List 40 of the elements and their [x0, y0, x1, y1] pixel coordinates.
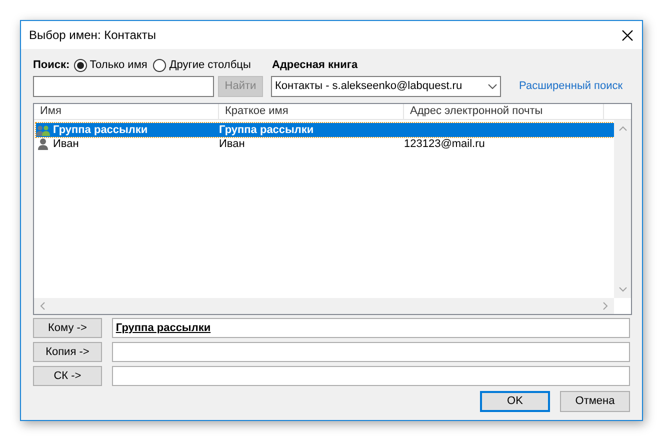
recipient-field[interactable]: [112, 342, 630, 362]
column-header[interactable]: Имя: [34, 104, 219, 119]
radio-label: Другие столбцы: [169, 58, 251, 73]
person-icon: [36, 138, 50, 150]
short-name: Группа рассылки: [219, 122, 315, 138]
scroll-right-icon: [603, 302, 608, 310]
address-book-label: Адресная книга: [272, 58, 358, 73]
search-label: Поиск:: [33, 58, 70, 73]
contact-row[interactable]: Группа рассылки Группа рассылки: [36, 123, 614, 137]
radio-button[interactable]: [74, 58, 87, 72]
recipient-button[interactable]: СК ->: [33, 366, 102, 386]
recipient-button[interactable]: Кому ->: [33, 318, 102, 338]
dialog-button[interactable]: Отмена: [560, 391, 630, 412]
people-icon: [36, 124, 50, 136]
email-address: 123123@mail.ru: [404, 136, 486, 152]
contact-name: Группа рассылки: [53, 122, 148, 138]
short-name: Иван: [219, 136, 246, 152]
close-icon: [622, 30, 632, 40]
scroll-down-icon: [618, 287, 626, 292]
recipient-field[interactable]: Группа рассылки: [112, 318, 630, 338]
recipient-button[interactable]: Копия ->: [33, 342, 102, 362]
search-field[interactable]: [33, 76, 214, 96]
radio-label: Только имя: [90, 58, 148, 73]
scroll-left-icon: [40, 302, 45, 310]
recipient-name[interactable]: Группа рассылки: [116, 320, 211, 336]
contact-name: Иван: [53, 136, 79, 152]
scroll-up-icon: [618, 126, 626, 131]
chevron-down-icon: [488, 84, 497, 88]
contact-row[interactable]: Иван Иван 123123@mail.ru: [36, 137, 614, 151]
column-header[interactable]: Адрес электронной почты: [404, 104, 604, 119]
vertical-scrollbar[interactable]: [614, 120, 631, 298]
radio-button[interactable]: [153, 58, 166, 72]
recipient-field[interactable]: [112, 366, 630, 386]
dialog-button[interactable]: OK: [480, 391, 550, 412]
column-header[interactable]: Краткое имя: [219, 104, 404, 119]
advanced-search-link[interactable]: Расширенный поиск: [519, 78, 623, 94]
dropdown-value: Контакты - s.alekseenko@labquest.ru: [275, 78, 462, 94]
window-title: Выбор имен: Контакты: [29, 27, 156, 44]
address-book-dropdown[interactable]: Контакты - s.alekseenko@labquest.ru: [271, 76, 501, 96]
horizontal-scrollbar[interactable]: [34, 298, 614, 314]
